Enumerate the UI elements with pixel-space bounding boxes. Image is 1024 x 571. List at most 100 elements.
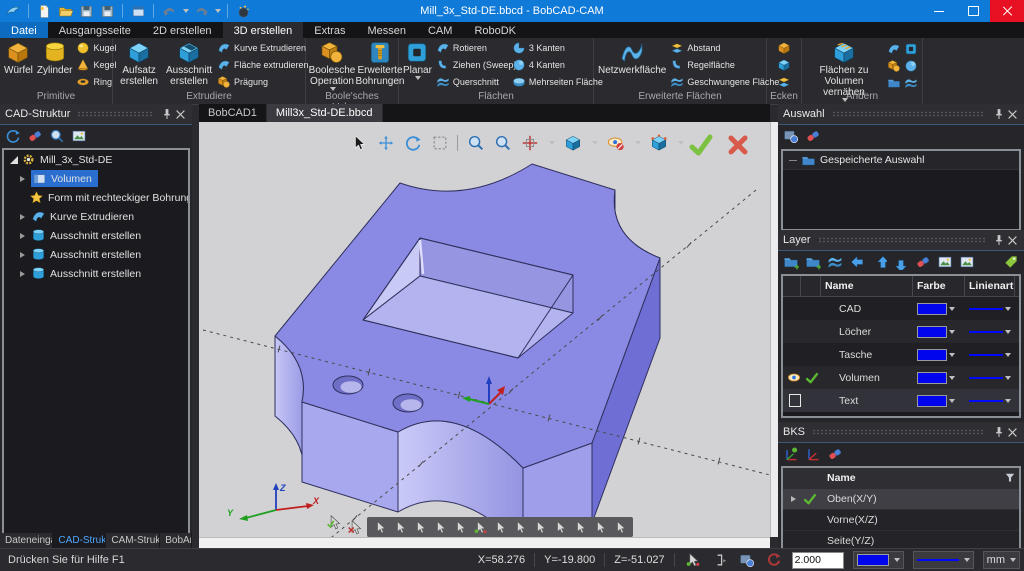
aendern-button-4[interactable]: [902, 57, 920, 75]
undo-dropdown[interactable]: [183, 9, 189, 13]
expander-open-icon[interactable]: [10, 156, 18, 164]
dropdown-caret-icon[interactable]: [1005, 330, 1011, 334]
dropdown-caret-icon[interactable]: [949, 353, 955, 357]
reject-selection-icon[interactable]: [347, 519, 364, 536]
selection-mode-icon[interactable]: [571, 519, 589, 536]
tab-cad-struktur[interactable]: CAD-Struktu: [53, 533, 106, 548]
export-view-button[interactable]: [70, 127, 88, 145]
open-file-button[interactable]: [56, 2, 74, 20]
edit-wcs-button[interactable]: [804, 445, 822, 463]
close-button[interactable]: [990, 0, 1024, 22]
tab-2d-erstellen[interactable]: 2D erstellen: [142, 22, 223, 38]
layer-row-volumen[interactable]: Volumen: [783, 366, 1019, 389]
col-farbe[interactable]: Farbe: [913, 276, 965, 296]
move-up-button[interactable]: [870, 253, 888, 271]
tab-cam[interactable]: CAM: [417, 22, 463, 38]
zoom-all-button[interactable]: [466, 133, 485, 152]
erweiterte-bohrungen-button[interactable]: Erweiterte Bohrungen: [356, 39, 404, 91]
dropdown-caret-icon[interactable]: [1005, 399, 1011, 403]
aendern-button-6[interactable]: [902, 74, 920, 92]
praegung-button[interactable]: Prägung: [217, 74, 301, 89]
view-cube-button[interactable]: [563, 133, 582, 152]
linetype-preview[interactable]: [969, 400, 1003, 402]
search-settings-button[interactable]: [48, 127, 66, 145]
drei-kanten-button[interactable]: 3 Kanten: [512, 41, 596, 56]
filter-funnel-icon[interactable]: [1003, 471, 1017, 485]
close-icon[interactable]: [1006, 426, 1019, 439]
add-layer-button[interactable]: [782, 253, 800, 271]
panel-drag-grip[interactable]: [832, 111, 985, 117]
origin-snap-button[interactable]: [520, 133, 539, 152]
add-layer-folder-button[interactable]: [804, 253, 822, 271]
window-settings-button[interactable]: [129, 2, 147, 20]
selection-mode-icon[interactable]: [611, 519, 629, 536]
viewport-3d[interactable]: Z X Y: [199, 122, 770, 537]
linetype-preview[interactable]: [969, 377, 1003, 379]
selection-box-icon[interactable]: [789, 394, 801, 407]
dropdown-caret-icon[interactable]: [635, 141, 641, 145]
rotate-view-button[interactable]: [403, 133, 422, 152]
pin-icon[interactable]: [992, 107, 1006, 121]
querschnitt-button[interactable]: Querschnitt: [436, 74, 508, 89]
saved-selection-item[interactable]: Gespeicherte Auswahl: [783, 151, 1019, 170]
netzwerkflaeche-button[interactable]: Netzwerkfläche: [596, 39, 668, 91]
geschwungene-flaeche-button[interactable]: Geschwungene Fläche: [670, 74, 762, 89]
tab-bobart[interactable]: BobAr: [160, 533, 192, 548]
new-file-button[interactable]: [35, 2, 53, 20]
close-icon[interactable]: [1006, 108, 1019, 121]
layer-row-loecher[interactable]: Löcher: [783, 320, 1019, 343]
linetype-dropdown[interactable]: [913, 551, 974, 569]
color-dropdown[interactable]: [853, 551, 904, 569]
accept-selection-icon[interactable]: [326, 514, 343, 531]
dropdown-caret-icon[interactable]: [678, 141, 684, 145]
visible-eye-icon[interactable]: [787, 370, 801, 385]
layer-tag-button[interactable]: [1002, 253, 1020, 271]
col-name[interactable]: Name: [821, 276, 913, 296]
vier-kanten-button[interactable]: 4 Kanten: [512, 57, 596, 72]
color-swatch[interactable]: [917, 303, 947, 315]
bks-row-vorne[interactable]: Vorne(X/Z): [783, 510, 1019, 531]
tab-robodk[interactable]: RoboDK: [463, 22, 527, 38]
pin-icon[interactable]: [992, 425, 1006, 439]
wuerfel-button[interactable]: Würfel: [2, 39, 35, 91]
tab-3d-erstellen[interactable]: 3D erstellen: [223, 22, 304, 38]
refresh-button[interactable]: [765, 551, 783, 569]
selection-mode-icon[interactable]: [391, 519, 409, 536]
tab-extras[interactable]: Extras: [303, 22, 356, 38]
selection-mode-icon[interactable]: [591, 519, 609, 536]
selection-mode-icon[interactable]: [371, 519, 389, 536]
dropdown-caret-icon[interactable]: [1005, 307, 1011, 311]
layer-row-tasche[interactable]: Tasche: [783, 343, 1019, 366]
layer-row-cad[interactable]: CAD: [783, 297, 1019, 320]
expander-closed-icon[interactable]: [20, 252, 28, 258]
selection-mode-icon[interactable]: [431, 519, 449, 536]
zoom-window-button[interactable]: [493, 133, 512, 152]
aendern-button-2[interactable]: [902, 40, 920, 58]
maximize-button[interactable]: [956, 0, 990, 22]
close-icon[interactable]: [174, 108, 187, 121]
selection-mode-icon[interactable]: [551, 519, 569, 536]
tree-item-kurve-extrudieren[interactable]: Kurve Extrudieren: [4, 207, 188, 226]
expander-closed-icon[interactable]: [20, 176, 28, 182]
linetype-preview[interactable]: [969, 308, 1003, 310]
selection-mode-icon[interactable]: [491, 519, 509, 536]
delete-layer-button[interactable]: [914, 253, 932, 271]
hide-entities-button[interactable]: [606, 133, 625, 152]
tree-item-root[interactable]: Mill_3x_Std-DE: [4, 150, 188, 169]
cancel-x-button[interactable]: [726, 133, 750, 157]
layer-row-text[interactable]: Text: [783, 389, 1019, 412]
dropdown-caret-icon[interactable]: [592, 141, 598, 145]
select-cursor-button[interactable]: [349, 133, 368, 152]
move-left-button[interactable]: [848, 253, 866, 271]
ok-check-button[interactable]: [689, 133, 713, 157]
dropdown-caret-icon[interactable]: [415, 76, 421, 80]
snap-settings-button[interactable]: [684, 551, 702, 569]
solid-model[interactable]: [275, 164, 660, 537]
linetype-preview[interactable]: [969, 354, 1003, 356]
dropdown-caret-icon[interactable]: [949, 376, 955, 380]
tree-item-ausschnitt-1[interactable]: Ausschnitt erstellen: [4, 226, 188, 245]
redo-dropdown[interactable]: [215, 9, 221, 13]
kegel-button[interactable]: Kegel: [76, 57, 116, 72]
panel-drag-grip[interactable]: [812, 429, 985, 435]
layer-image-button[interactable]: [936, 253, 954, 271]
